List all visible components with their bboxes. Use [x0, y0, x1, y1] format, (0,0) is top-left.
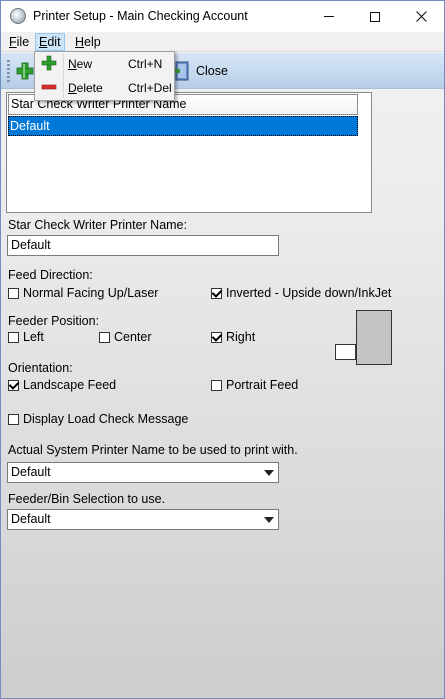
feeder-preview-slot	[335, 344, 356, 360]
menu-help[interactable]: Help	[72, 33, 104, 51]
list-row-selected[interactable]: Default	[8, 116, 358, 136]
orientation-label: Orientation:	[8, 361, 73, 375]
portrait-checkbox[interactable]	[211, 380, 222, 391]
menu-bar: File Edit Help	[1, 32, 444, 52]
feed-normal-checkbox[interactable]	[8, 288, 19, 299]
menu-file[interactable]: File	[6, 33, 32, 51]
shortcut-new: Ctrl+N	[128, 57, 163, 71]
feeder-preview-box	[356, 310, 392, 365]
maximize-icon	[370, 11, 380, 22]
system-printer-select[interactable]: Default	[7, 462, 279, 483]
green-plus-icon[interactable]	[15, 61, 35, 81]
chevron-down-icon	[264, 470, 274, 476]
close-icon	[415, 11, 427, 22]
menu-item-new[interactable]: New Ctrl+N	[35, 52, 174, 76]
feed-normal-label[interactable]: Normal Facing Up/Laser	[23, 286, 158, 300]
window-title: Printer Setup - Main Checking Account	[33, 9, 248, 23]
display-load-checkbox[interactable]	[8, 414, 19, 425]
printer-name-input[interactable]: Default	[7, 235, 279, 256]
feeder-center-label[interactable]: Center	[114, 330, 152, 344]
feeder-bin-select[interactable]: Default	[7, 509, 279, 530]
app-icon	[10, 8, 26, 24]
printer-listview[interactable]: Star Check Writer Printer Name Default	[6, 92, 372, 213]
printer-name-label: Star Check Writer Printer Name:	[8, 218, 187, 232]
feeder-bin-value: Default	[11, 512, 51, 526]
feeder-position-label: Feeder Position:	[8, 314, 100, 328]
feeder-right-label[interactable]: Right	[226, 330, 255, 344]
toolbar-close-label[interactable]: Close	[196, 64, 228, 78]
feeder-bin-label: Feeder/Bin Selection to use.	[8, 492, 166, 506]
menu-edit[interactable]: Edit	[35, 33, 65, 51]
toolbar-grip[interactable]	[7, 60, 10, 82]
feeder-left-checkbox[interactable]	[8, 332, 19, 343]
feed-direction-label: Feed Direction:	[8, 268, 93, 282]
edit-menu-dropdown: New Ctrl+N Delete Ctrl+Del	[34, 51, 175, 101]
feed-inverted-label[interactable]: Inverted - Upside down/InkJet	[226, 286, 391, 300]
feeder-left-label[interactable]: Left	[23, 330, 44, 344]
portrait-label[interactable]: Portrait Feed	[226, 378, 298, 392]
maximize-button[interactable]	[352, 1, 398, 32]
title-bar[interactable]: Printer Setup - Main Checking Account	[1, 1, 444, 32]
chevron-down-icon	[264, 517, 274, 523]
menu-item-delete[interactable]: Delete Ctrl+Del	[35, 76, 174, 100]
printer-setup-window: Printer Setup - Main Checking Account Fi…	[0, 0, 445, 699]
shortcut-delete: Ctrl+Del	[128, 81, 172, 95]
system-printer-label: Actual System Printer Name to be used to…	[8, 443, 298, 457]
landscape-label[interactable]: Landscape Feed	[23, 378, 116, 392]
feeder-center-checkbox[interactable]	[99, 332, 110, 343]
system-printer-value: Default	[11, 465, 51, 479]
landscape-checkbox[interactable]	[8, 380, 19, 391]
display-load-label[interactable]: Display Load Check Message	[23, 412, 188, 426]
feeder-right-checkbox[interactable]	[211, 332, 222, 343]
green-plus-icon	[41, 55, 57, 71]
minimize-icon	[324, 16, 334, 17]
minimize-button[interactable]	[306, 1, 352, 32]
red-minus-icon	[41, 84, 57, 90]
exit-door-icon[interactable]	[173, 61, 191, 81]
close-window-button[interactable]	[398, 1, 444, 32]
feed-inverted-checkbox[interactable]	[211, 288, 222, 299]
